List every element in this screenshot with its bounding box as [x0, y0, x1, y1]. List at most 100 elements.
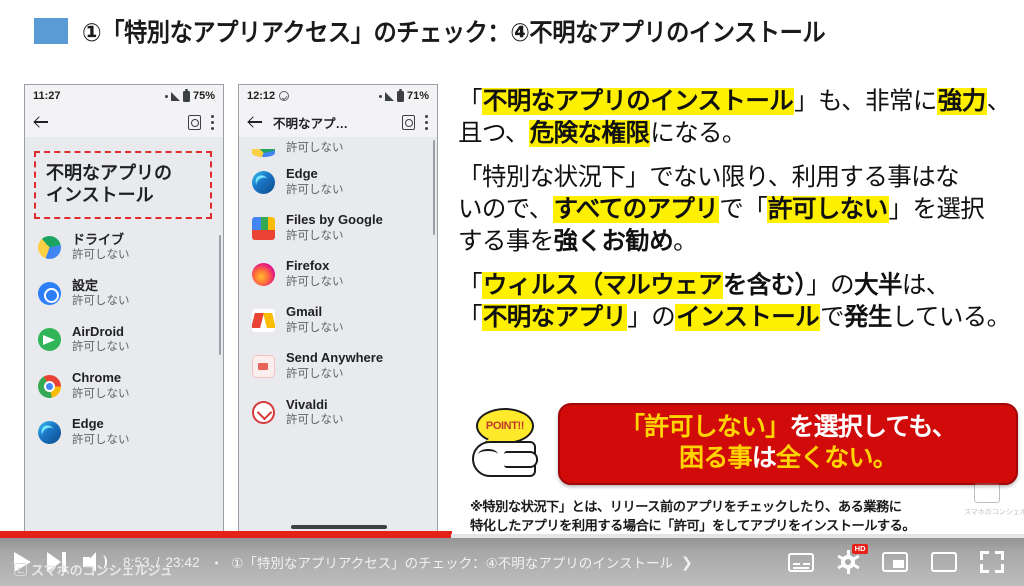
progress-played — [0, 534, 451, 538]
overflow-menu-icon[interactable] — [425, 114, 428, 130]
miniplayer-icon[interactable] — [882, 552, 908, 572]
page-title: ①「特別なアプリアクセス」のチェック：④不明なアプリのインストール — [82, 19, 826, 47]
document-icon[interactable] — [402, 114, 415, 130]
captions-icon[interactable] — [788, 552, 814, 572]
app-list-item[interactable]: Vivaldi 許可しない — [239, 390, 437, 436]
app-list-item[interactable]: 設定 許可しない — [25, 271, 223, 317]
p1l2-hl1: 危険な権限 — [528, 120, 651, 148]
app-list-item[interactable]: ドライブ 許可しない — [25, 225, 223, 271]
point-badge: POINT!! — [470, 408, 542, 480]
phone-screenshot-right: 12:12 71% 不明なアプ… 許可しない Edge 許可しない Files … — [238, 84, 438, 536]
theater-mode-icon[interactable] — [931, 552, 957, 572]
p1-line-1: 「不明なアプリのインストール」も、非常に強力、 — [458, 86, 1018, 118]
app-permission-status: 許可しない — [286, 368, 344, 381]
app-name: Firefox — [286, 258, 330, 274]
p1l1-a: 「 — [458, 88, 483, 115]
p1l1-hl1: 不明なアプリのインストール — [481, 88, 795, 115]
point-l1-a: 「許可しない」 — [619, 413, 790, 441]
back-arrow-icon[interactable] — [248, 115, 263, 130]
overflow-menu-icon[interactable] — [211, 114, 214, 130]
watermark-text: スマホのコンシェルジュ — [964, 509, 1024, 516]
p3l2-hl2: インストール — [675, 303, 821, 331]
point-line-1: 「許可しない」を選択しても、 — [578, 412, 998, 443]
app-name: 設定 — [72, 277, 99, 293]
edge-icon — [252, 170, 275, 194]
p3l1-e: は、 — [901, 271, 950, 299]
airdroid-icon — [38, 328, 61, 352]
firefox-icon — [252, 262, 275, 286]
p2l3-b: 強くお勧め — [553, 228, 674, 256]
fullscreen-icon[interactable] — [980, 551, 1004, 573]
settings-icon — [38, 282, 61, 306]
status-time-right: 12:12 — [247, 90, 276, 102]
app-name: Vivaldi — [286, 396, 328, 412]
scrollbar-left[interactable] — [218, 235, 221, 355]
explanation-panel: 「不明なアプリのインストール」も、非常に強力、 且つ、危険な権限になる。 「特別… — [458, 86, 1018, 345]
app-name: Edge — [72, 416, 104, 432]
app-permission-status: 許可しない — [72, 249, 130, 262]
battery-percent-right: 71% — [406, 90, 429, 102]
drive-icon — [252, 149, 275, 157]
volume-icon[interactable] — [83, 552, 107, 572]
total-time: 23:42 — [165, 554, 200, 570]
p2l2-c: 」を選択 — [888, 195, 985, 223]
next-video-icon[interactable] — [47, 552, 67, 572]
p3l1-hl1: ウィルス（マルウェア — [481, 271, 723, 299]
app-bar-right: 不明なアプ… — [239, 107, 437, 137]
nav-gesture-bar — [291, 525, 387, 529]
settings-gear-icon[interactable]: HD — [836, 544, 868, 574]
app-bar-left — [25, 107, 223, 137]
app-list-item[interactable]: Send Anywhere 許可しない — [239, 343, 437, 389]
app-list-item[interactable]: AirDroid 許可しない — [25, 317, 223, 363]
highlight-line-2: インストール — [46, 185, 154, 206]
chapter-chevron-icon[interactable]: ❯ — [681, 554, 693, 571]
player-right-controls: HD — [788, 544, 1010, 574]
edge-icon — [38, 420, 61, 444]
app-permission-status: 許可しない — [286, 229, 344, 242]
watermark-icon — [974, 483, 1000, 503]
p2l2-a: いので、 — [458, 195, 553, 223]
app-bar-title: 不明なアプ… — [273, 116, 349, 131]
p2-line-1: 「特別な状況下」でない限り、利用する事はな — [458, 163, 960, 191]
status-time-left: 11:27 — [33, 90, 61, 102]
app-list-item[interactable]: Edge 許可しない — [239, 159, 437, 205]
document-icon[interactable] — [188, 114, 201, 130]
app-list-item[interactable]: Chrome 許可しない — [25, 363, 223, 409]
p1l1-b: 」も、非常に — [794, 88, 937, 115]
p3l2-b: 」の — [627, 303, 676, 331]
app-name: AirDroid — [72, 323, 124, 339]
hd-badge: HD — [852, 544, 868, 554]
app-list-item[interactable]: Gmail 許可しない — [239, 297, 437, 343]
partial-app-status: 許可しない — [286, 142, 344, 155]
point-l2-c: 全くない。 — [775, 444, 898, 472]
app-permission-status: 許可しない — [286, 183, 344, 196]
app-list-left[interactable]: ドライブ 許可しない 設定 許可しない AirDroid 許可しない Chrome 許可しない… — [25, 225, 223, 456]
p3l2-c: で — [820, 303, 845, 331]
p3l1-b: を含む） — [722, 271, 807, 299]
play-icon[interactable] — [14, 552, 31, 572]
app-name: Files by Google — [286, 212, 383, 228]
p1l1-c: 、 — [986, 88, 1012, 115]
app-list-item[interactable]: Edge 許可しない — [25, 409, 223, 455]
app-list-right[interactable]: Edge 許可しない Files by Google 許可しない Firefox 許可しな… — [239, 159, 437, 436]
scrollbar-right[interactable] — [432, 140, 435, 235]
chapter-title[interactable]: ①「特別なアプリアクセス」のチェック：④不明なアプリのインストール — [231, 552, 673, 572]
p2-line-2: いので、すべてのアプリで「許可しない」を選択 — [458, 194, 1018, 226]
paragraph-3: 「ウィルス（マルウェアを含む）」の大半は、 「不明なアプリ」のインストールで発生… — [458, 270, 1018, 335]
app-permission-status: 許可しない — [286, 275, 344, 288]
p3l1-c: 」の — [806, 271, 855, 299]
progress-bar[interactable] — [0, 534, 1024, 538]
back-arrow-icon[interactable] — [34, 115, 49, 130]
point-callout: POINT!! 「許可しない」を選択しても、 困る事は全くない。 — [470, 403, 1018, 485]
do-not-disturb-icon — [279, 91, 290, 101]
phone-screenshot-left: 11:27 75% 不明なアプリの インストール ドライブ 許可しない 設定 許可しな… — [24, 84, 224, 536]
point-speech-bubble: POINT!! — [476, 408, 534, 444]
app-permission-status: 許可しない — [72, 433, 130, 446]
watermark: スマホのコンシェルジュ — [962, 483, 1024, 529]
app-list-item[interactable]: Firefox 許可しない — [239, 251, 437, 297]
time-separator: / — [155, 554, 160, 570]
app-list-item[interactable]: Files by Google 許可しない — [239, 205, 437, 251]
p3l2-d: 発生 — [843, 303, 892, 331]
partial-app-row[interactable]: 許可しない — [239, 137, 437, 159]
p3l1-d: 大半 — [854, 271, 902, 299]
